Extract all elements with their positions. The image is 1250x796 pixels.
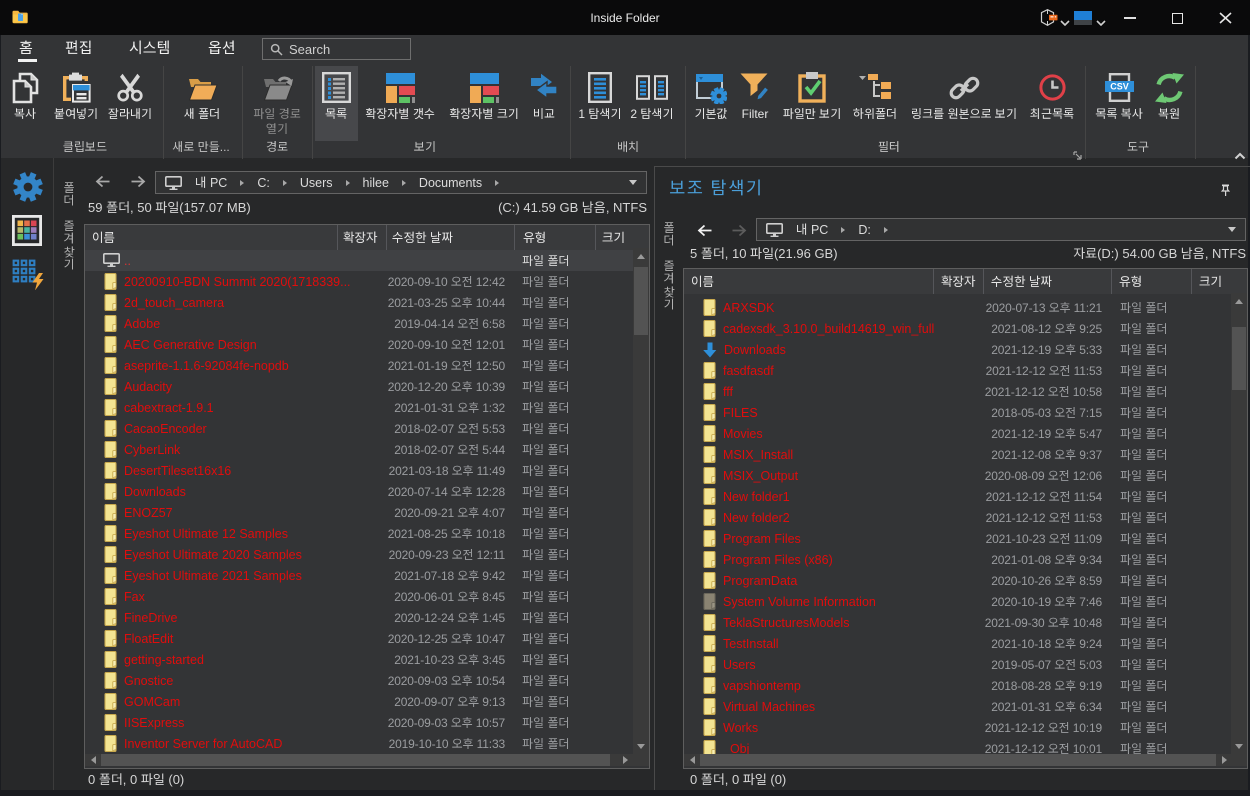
svg-text:CSV: CSV [1110, 81, 1129, 91]
